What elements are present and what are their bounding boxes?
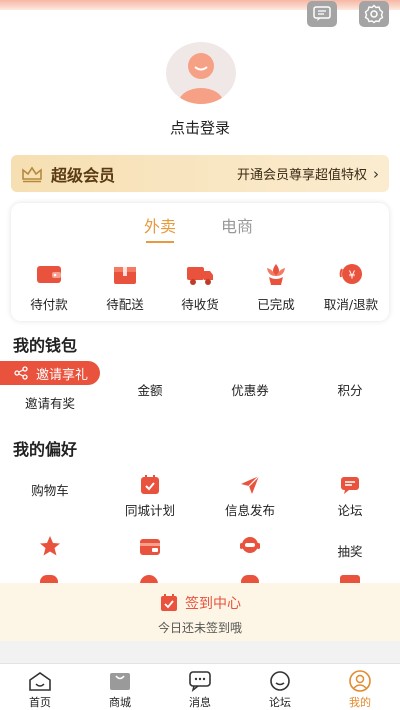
- svg-text:¥: ¥: [349, 269, 356, 282]
- pref-label: 抽奖: [337, 544, 363, 559]
- pref-label: 同城计划: [124, 503, 175, 518]
- nav-label: 论坛: [269, 696, 291, 709]
- nav-shop[interactable]: 商城: [90, 670, 150, 710]
- wallet-coupons[interactable]: 优惠券: [210, 380, 290, 399]
- pref-forum[interactable]: 论坛: [310, 474, 390, 519]
- pref-favorites[interactable]: [10, 535, 90, 567]
- heart-icon: [140, 575, 158, 583]
- gift-icon: [340, 575, 360, 583]
- wallet-balance[interactable]: 金额: [110, 380, 190, 399]
- order-pending-delivery[interactable]: 待配送: [87, 261, 163, 313]
- pref-label: 信息发布: [224, 503, 275, 518]
- pref-lottery[interactable]: 抽奖: [310, 541, 390, 560]
- signin-title: 签到中心: [185, 596, 241, 612]
- calendar-check-icon: [141, 475, 159, 494]
- nav-home[interactable]: 首页: [10, 670, 70, 710]
- location-icon: [241, 575, 259, 583]
- message-icon-button[interactable]: [307, 1, 337, 27]
- wallet-icon: [37, 266, 61, 283]
- nav-label: 商城: [109, 696, 131, 709]
- nav-label: 首页: [29, 696, 51, 709]
- top-gradient-band: [0, 0, 400, 10]
- nav-profile[interactable]: 我的: [330, 670, 390, 710]
- refund-icon: ¥: [339, 264, 362, 284]
- pref-cart[interactable]: 购物车: [10, 480, 90, 499]
- vip-title: 超级会员: [51, 165, 116, 185]
- tab-ecommerce[interactable]: 电商: [221, 213, 253, 237]
- bottom-nav: 首页 商城 消息 论坛 我的: [0, 663, 400, 710]
- nav-label: 我的: [349, 696, 371, 709]
- wallet-section-title: 我的钱包: [13, 336, 78, 355]
- rocket-icon: [40, 575, 58, 583]
- pref-label: 购物车: [31, 483, 69, 498]
- order-pending-payment[interactable]: 待付款: [11, 261, 87, 313]
- order-label: 待付款: [30, 297, 68, 312]
- wallet-card-icon: [140, 539, 160, 555]
- avatar[interactable]: [166, 42, 236, 104]
- wallet-points[interactable]: 积分: [310, 380, 390, 399]
- order-completed[interactable]: 已完成: [238, 261, 314, 313]
- home-icon: [29, 672, 51, 691]
- pref-row3-peek: [0, 575, 400, 583]
- forum-icon: [270, 671, 290, 691]
- login-link[interactable]: 点击登录: [0, 117, 400, 138]
- gear-icon: [364, 4, 384, 24]
- avatar-icon: [179, 53, 223, 104]
- settings-icon-button[interactable]: [359, 1, 389, 27]
- crown-icon: [22, 166, 42, 182]
- package-icon: [114, 267, 136, 284]
- order-refund[interactable]: ¥ 取消/退款: [313, 261, 389, 313]
- shop-bag-icon: [110, 673, 130, 690]
- nav-label: 消息: [189, 696, 211, 709]
- order-label: 待配送: [106, 297, 144, 312]
- headset-icon: [240, 537, 260, 553]
- wallet-invite[interactable]: 邀请有奖: [10, 393, 90, 412]
- send-icon: [241, 475, 260, 494]
- calendar-icon: [161, 594, 177, 611]
- signin-center[interactable]: 签到中心 今日还未签到哦: [0, 583, 400, 641]
- message-icon: [189, 671, 211, 692]
- pref-city-plan[interactable]: 同城计划: [110, 474, 190, 519]
- chat-icon: [341, 477, 359, 494]
- signin-subtitle: 今日还未签到哦: [157, 621, 242, 635]
- vip-banner[interactable]: 超级会员 开通会员尊享超值特权 ›: [11, 155, 389, 192]
- share-icon: [14, 366, 28, 380]
- pref-publish[interactable]: 信息发布: [210, 474, 290, 519]
- message-icon: [313, 6, 331, 21]
- invite-badge[interactable]: 邀请享礼: [0, 361, 100, 385]
- preferences-section-title: 我的偏好: [13, 440, 78, 459]
- vip-description: 开通会员尊享超值特权: [236, 168, 367, 183]
- truck-icon: [187, 267, 213, 285]
- profile-icon: [349, 670, 371, 692]
- tab-takeout[interactable]: 外卖: [144, 213, 176, 243]
- orders-card: 外卖 电商 待付款 待配送 待收货 已完成 ¥ 取消/退款: [11, 203, 389, 321]
- nav-messages[interactable]: 消息: [170, 670, 230, 710]
- order-label: 已完成: [257, 297, 295, 312]
- star-icon: [40, 536, 60, 556]
- order-label: 取消/退款: [323, 297, 379, 312]
- pref-customer-service[interactable]: [210, 535, 290, 567]
- chevron-right-icon: ›: [373, 164, 379, 183]
- signin-title-row: 签到中心: [0, 593, 400, 613]
- order-label: 待收货: [181, 297, 219, 312]
- pref-label: 论坛: [337, 503, 363, 518]
- flower-icon: [267, 264, 285, 285]
- nav-forum[interactable]: 论坛: [250, 670, 310, 710]
- divider: [0, 641, 400, 663]
- order-pending-receipt[interactable]: 待收货: [162, 261, 238, 313]
- pref-card-wallet[interactable]: [110, 535, 190, 567]
- invite-badge-label: 邀请享礼: [36, 367, 89, 383]
